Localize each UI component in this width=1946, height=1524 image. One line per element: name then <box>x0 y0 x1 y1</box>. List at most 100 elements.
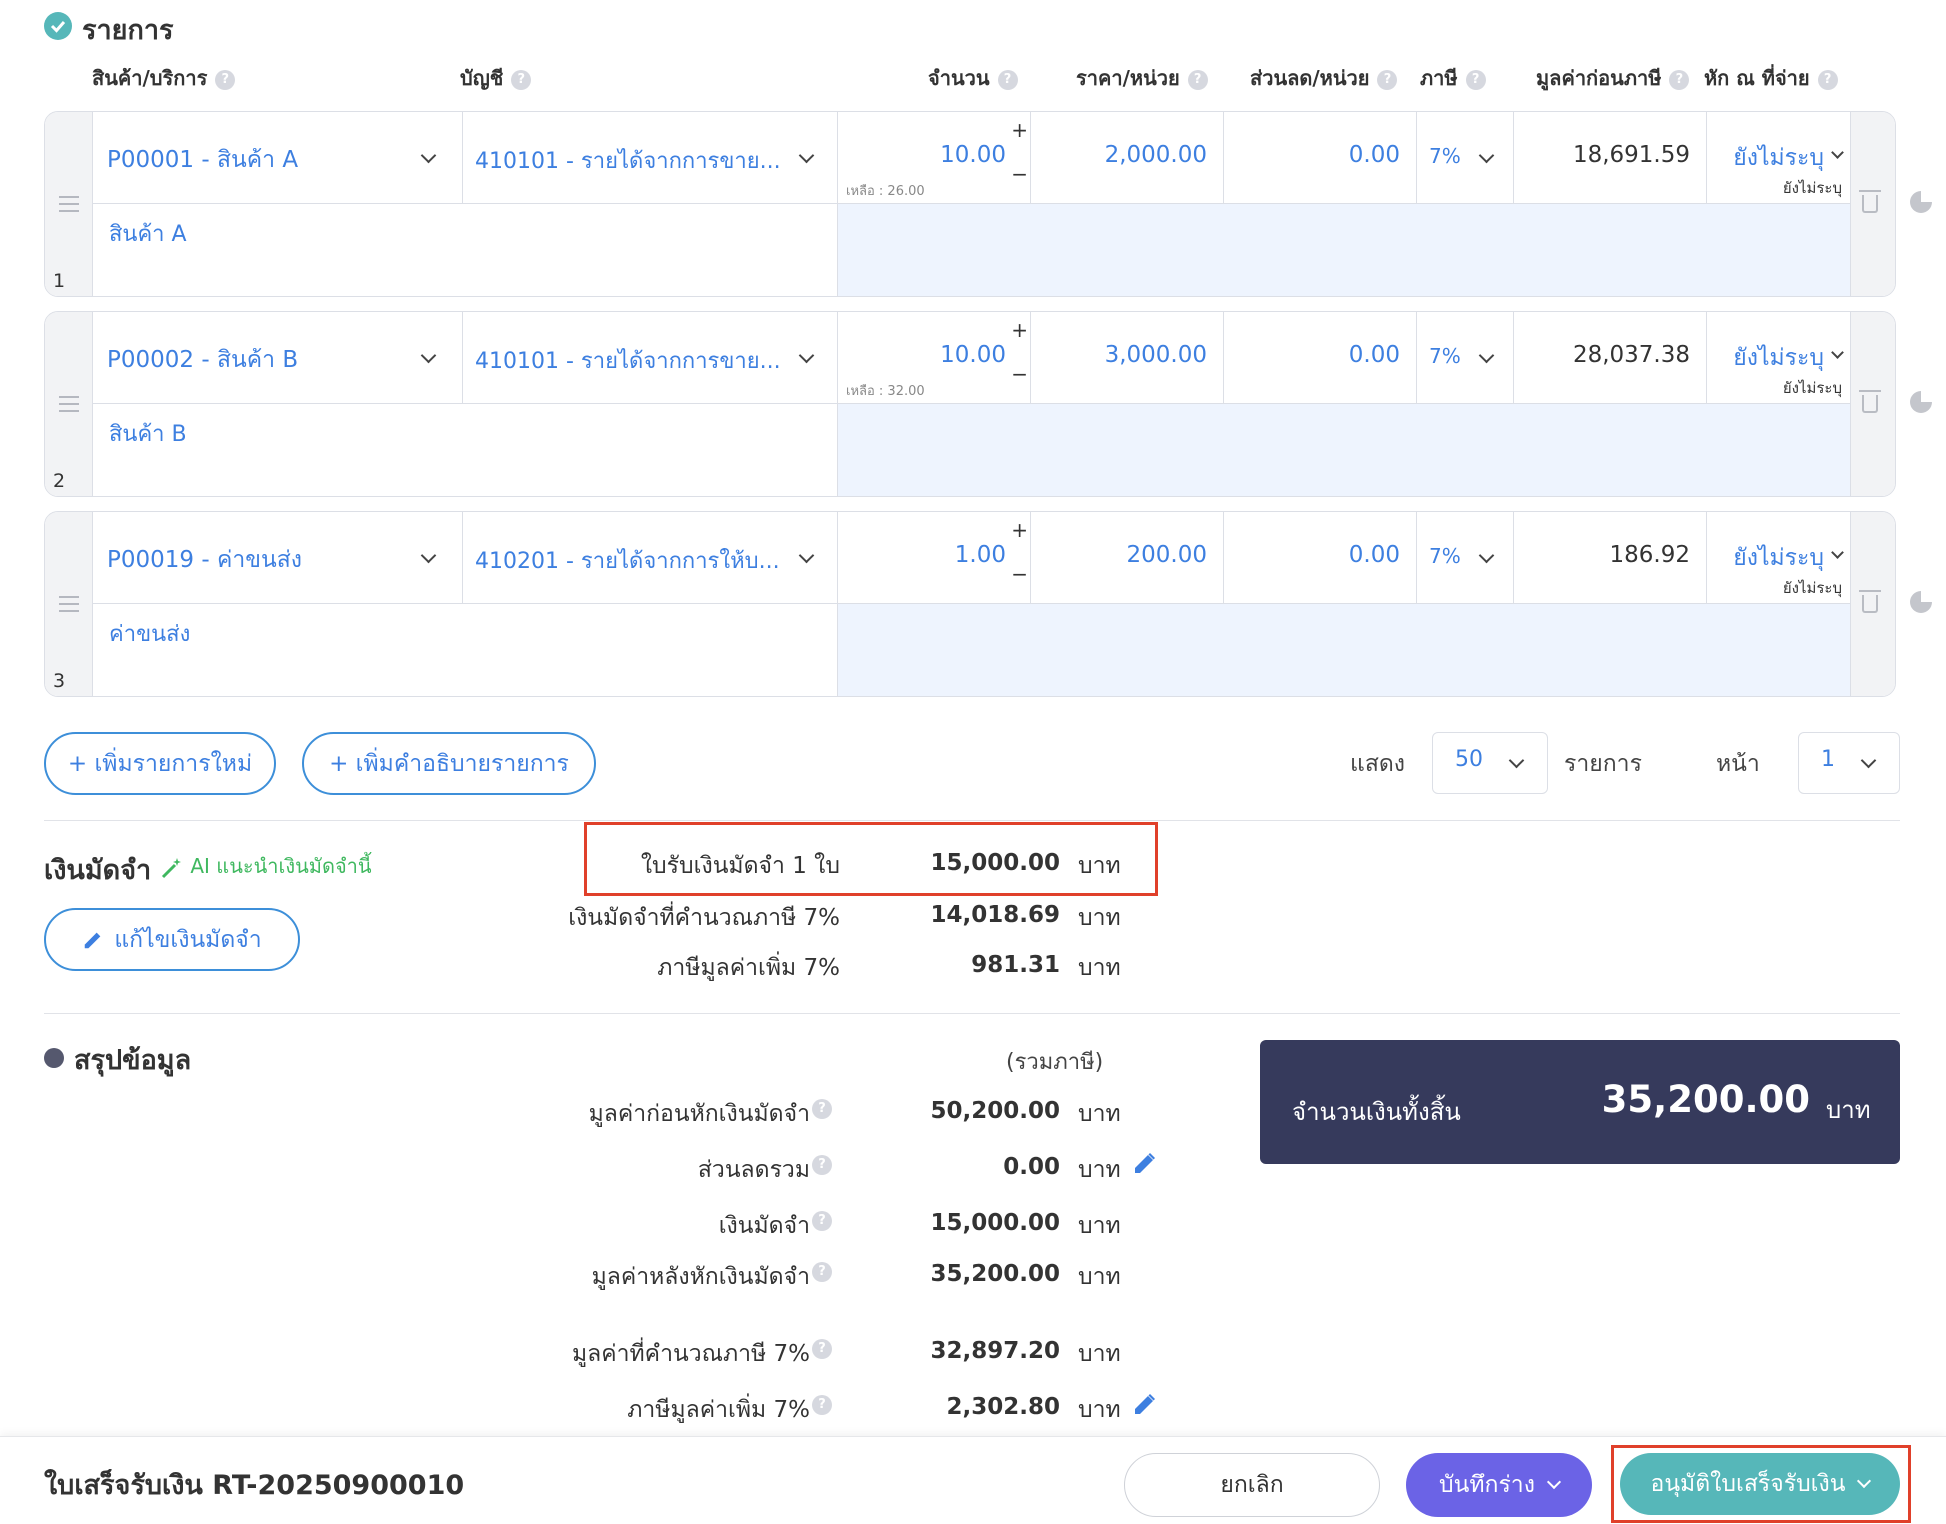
wht-sub-value: ยังไม่ระบุ <box>1782 579 1842 597</box>
trash-icon[interactable] <box>1859 390 1881 413</box>
account-select[interactable]: 410101 - รายได้จากการขาย... <box>463 312 838 404</box>
price-input[interactable]: 2,000.00 <box>1031 112 1224 204</box>
summary-line-value: 32,897.20 <box>930 1338 1061 1364</box>
cancel-button[interactable]: ยกเลิก <box>1124 1453 1380 1517</box>
chevron-down-icon <box>1860 752 1877 769</box>
qty-value: 10.00 <box>940 142 1006 168</box>
divider <box>44 820 1900 821</box>
pie-chart-icon[interactable] <box>1910 591 1932 613</box>
items-section-title: รายการ <box>82 15 174 46</box>
qty-decrease-button[interactable]: − <box>1011 162 1028 186</box>
summary-line-unit: บาท <box>1078 1264 1121 1290</box>
account-value: 410201 - รายได้จากการให้บ... <box>475 549 780 574</box>
ai-suggest-link[interactable]: AI แนะนำเงินมัดจำนี้ <box>160 850 372 882</box>
qty-increase-button[interactable]: + <box>1011 518 1028 542</box>
col-header-qty: จำนวน? <box>928 62 1018 94</box>
edit-deposit-button[interactable]: แก้ไขเงินมัดจำ <box>44 908 300 971</box>
row-description[interactable]: สินค้า B <box>93 404 838 496</box>
row-description[interactable]: ค่าขนส่ง <box>93 604 838 696</box>
col-header-account: บัญชี? <box>460 62 532 94</box>
drag-icon-bar <box>59 196 79 198</box>
pretax-value: 28,037.38 <box>1572 342 1690 368</box>
chevron-down-icon <box>1508 752 1525 769</box>
chevron-down-icon <box>420 147 437 164</box>
tax-value: 7% <box>1429 544 1461 568</box>
row-description-extra[interactable] <box>838 204 1850 296</box>
pie-chart-icon[interactable] <box>1910 191 1932 213</box>
discount-input[interactable]: 0.00 <box>1224 512 1417 604</box>
col-header-pretax: มูลค่าก่อนภาษี? <box>1536 62 1690 94</box>
wht-select[interactable]: ยังไม่ระบุ ยังไม่ระบุ <box>1707 512 1850 604</box>
drag-handle[interactable]: 1 <box>45 112 93 296</box>
qty-remaining: เหลือ : 32.00 <box>846 384 925 399</box>
row-description[interactable]: สินค้า A <box>93 204 838 296</box>
discount-value: 0.00 <box>1348 542 1400 568</box>
account-select[interactable]: 410201 - รายได้จากการให้บ... <box>463 512 838 604</box>
tax-select[interactable]: 7% <box>1417 112 1514 204</box>
add-description-button[interactable]: + เพิ่มคำอธิบายรายการ <box>302 732 596 795</box>
deposit-receipt-link[interactable]: ใบรับเงินมัดจำ 1 ใบ <box>560 848 840 884</box>
page-select[interactable]: 1 <box>1798 732 1900 794</box>
help-icon: ? <box>1817 69 1838 90</box>
row-number: 3 <box>53 670 66 692</box>
edit-vat-icon[interactable] <box>1133 1392 1157 1416</box>
wht-select[interactable]: ยังไม่ระบุ ยังไม่ระบุ <box>1707 112 1850 204</box>
col-header-product: สินค้า/บริการ? <box>92 62 236 94</box>
help-icon: ? <box>812 1395 832 1415</box>
wht-select[interactable]: ยังไม่ระบุ ยังไม่ระบุ <box>1707 312 1850 404</box>
help-icon: ? <box>997 69 1018 90</box>
summary-line-unit: บาท <box>1078 1213 1121 1239</box>
drag-handle[interactable]: 3 <box>45 512 93 696</box>
wht-sub-value: ยังไม่ระบุ <box>1782 179 1842 197</box>
help-icon: ? <box>1377 69 1398 90</box>
discount-input[interactable]: 0.00 <box>1224 312 1417 404</box>
bullet-icon <box>44 1048 64 1068</box>
tax-select[interactable]: 7% <box>1417 312 1514 404</box>
trash-icon[interactable] <box>1859 590 1881 613</box>
deposit-taxable-label: เงินมัดจำที่คำนวณภาษี 7% <box>568 905 840 931</box>
qty-decrease-button[interactable]: − <box>1011 362 1028 386</box>
col-header-discount: ส่วนลด/หน่วย? <box>1250 62 1398 94</box>
per-page-select[interactable]: 50 <box>1432 732 1548 794</box>
row-description-extra[interactable] <box>838 604 1850 696</box>
qty-input[interactable]: 1.00 + − <box>838 512 1031 604</box>
account-select[interactable]: 410101 - รายได้จากการขาย... <box>463 112 838 204</box>
discount-input[interactable]: 0.00 <box>1224 112 1417 204</box>
qty-input[interactable]: 10.00 + − เหลือ : 26.00 <box>838 112 1031 204</box>
deposit-receipt-amount: 15,000.00 <box>930 850 1061 876</box>
per-page-value: 50 <box>1455 747 1483 772</box>
product-select[interactable]: P00001 - สินค้า A <box>93 112 463 204</box>
summary-line-label: มูลค่าหลังหักเงินมัดจำ <box>591 1264 810 1290</box>
pie-chart-icon[interactable] <box>1910 391 1932 413</box>
check-circle-icon <box>44 12 72 40</box>
product-select[interactable]: P00019 - ค่าขนส่ง <box>93 512 463 604</box>
col-header-wht: หัก ณ ที่จ่าย? <box>1704 62 1838 94</box>
approve-receipt-button[interactable]: อนุมัติใบเสร็จรับเงิน <box>1620 1453 1900 1515</box>
chevron-down-icon <box>1478 547 1495 564</box>
qty-input[interactable]: 10.00 + − เหลือ : 32.00 <box>838 312 1031 404</box>
qty-increase-button[interactable]: + <box>1011 118 1028 142</box>
tax-value: 7% <box>1429 144 1461 168</box>
document-title: ใบเสร็จรับเงิน RT-20250900010 <box>44 1470 465 1501</box>
qty-increase-button[interactable]: + <box>1011 318 1028 342</box>
row-number: 1 <box>53 270 66 292</box>
help-icon: ? <box>812 1155 832 1175</box>
total-box: จำนวนเงินทั้งสิ้น 35,200.00 บาท <box>1260 1040 1900 1164</box>
deposit-title: เงินมัดจำ <box>44 855 152 886</box>
add-item-button[interactable]: + เพิ่มรายการใหม่ <box>44 732 276 795</box>
drag-handle[interactable]: 2 <box>45 312 93 496</box>
edit-discount-icon[interactable] <box>1133 1151 1157 1175</box>
help-icon: ? <box>215 69 236 90</box>
save-draft-button[interactable]: บันทึกร่าง <box>1406 1453 1592 1517</box>
deposit-unit: บาท <box>1078 853 1121 879</box>
qty-decrease-button[interactable]: − <box>1011 562 1028 586</box>
price-input[interactable]: 3,000.00 <box>1031 312 1224 404</box>
summary-line-value: 0.00 <box>1003 1154 1060 1180</box>
trash-icon[interactable] <box>1859 190 1881 213</box>
price-input[interactable]: 200.00 <box>1031 512 1224 604</box>
product-select[interactable]: P00002 - สินค้า B <box>93 312 463 404</box>
tax-select[interactable]: 7% <box>1417 512 1514 604</box>
summary-line-unit: บาท <box>1078 1397 1121 1423</box>
item-row: 2 P00002 - สินค้า B 410101 - รายได้จากกา… <box>44 311 1896 497</box>
row-description-extra[interactable] <box>838 404 1850 496</box>
